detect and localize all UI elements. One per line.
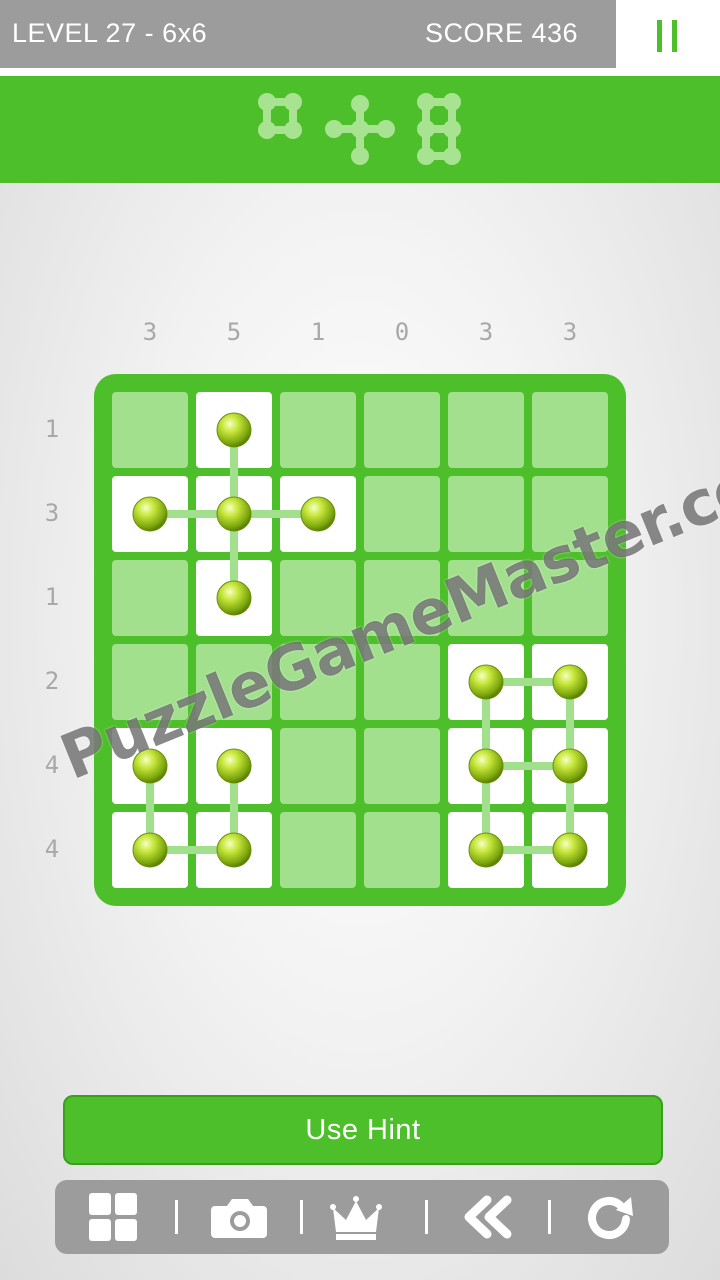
shapes-preview-bar [0,76,720,183]
node-ball [132,832,168,868]
pause-button[interactable] [616,0,720,68]
node-ball [216,748,252,784]
node-ball [552,748,588,784]
node-ball [216,580,252,616]
restart-icon[interactable] [588,1197,633,1239]
row-clue: 4 [44,835,60,863]
column-clue: 3 [562,318,578,346]
rewind-icon[interactable] [464,1195,512,1239]
use-hint-button[interactable]: Use Hint [63,1095,663,1165]
toolbar-divider [425,1200,428,1234]
node-ball [468,664,504,700]
camera-icon[interactable] [211,1199,267,1238]
row-clue: 1 [44,583,60,611]
node-ball [552,832,588,868]
node-ball [552,664,588,700]
pause-icon-bar [672,20,677,52]
row-clue: 1 [44,415,60,443]
level-label: LEVEL 27 - 6x6 [12,18,208,48]
node-ball [216,832,252,868]
node-ball [216,496,252,532]
crown-icon[interactable] [330,1196,382,1240]
column-clue: 3 [142,318,158,346]
header-divider [0,68,720,76]
top-bar: LEVEL 27 - 6x6 SCORE 436 [0,0,616,68]
grid-icon[interactable] [89,1193,137,1241]
column-clue: 1 [310,318,326,346]
row-clue: 3 [44,499,60,527]
score-label: SCORE 436 [425,18,579,48]
column-clue: 3 [478,318,494,346]
column-clue: 0 [394,318,410,346]
node-ball [216,412,252,448]
node-ball [300,496,336,532]
bottom-toolbar [55,1180,669,1254]
pause-icon [657,20,662,52]
toolbar-divider [175,1200,178,1234]
node-ball [468,832,504,868]
shapes-preview [258,93,461,165]
toolbar-divider [300,1200,303,1234]
toolbar-divider [548,1200,551,1234]
row-clue: 2 [44,667,60,695]
node-ball [468,748,504,784]
node-ball [132,496,168,532]
column-clue: 5 [226,318,242,346]
